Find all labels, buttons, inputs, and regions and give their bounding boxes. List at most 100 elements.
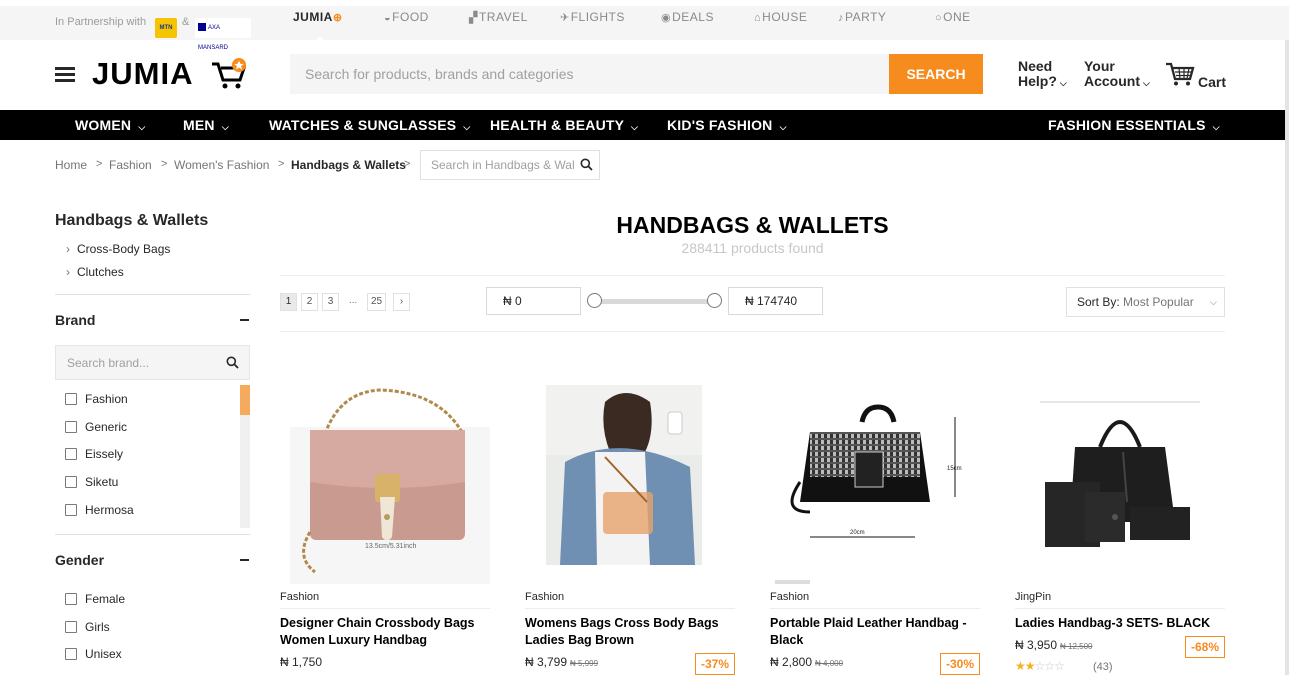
brand-option[interactable]: Eissely: [65, 447, 123, 461]
search-icon[interactable]: [226, 356, 239, 369]
category-search-input[interactable]: [420, 150, 600, 180]
nav-watches[interactable]: WATCHES & SUNGLASSES ⌵: [269, 117, 470, 133]
checkbox[interactable]: [65, 621, 77, 633]
divider: [280, 608, 490, 609]
next-page-button[interactable]: ›: [393, 293, 410, 311]
gender-option[interactable]: Female: [65, 592, 125, 606]
price-slider-max-handle[interactable]: [707, 293, 722, 308]
brand-option[interactable]: Generic: [65, 420, 127, 434]
sidebar-cat-cross-body[interactable]: › Cross-Body Bags: [66, 242, 170, 256]
product-image[interactable]: [1015, 372, 1225, 584]
nav-men[interactable]: MEN ⌵: [183, 117, 229, 133]
collapse-icon[interactable]: [240, 319, 249, 321]
chevron-down-icon: ⌵: [1059, 78, 1067, 88]
service-one[interactable]: ○ONE: [935, 10, 971, 24]
chevron-down-icon: ⌵: [631, 122, 639, 132]
collapse-icon[interactable]: [240, 559, 249, 561]
page-3[interactable]: 3: [322, 293, 339, 311]
product-image[interactable]: 13.5cm/5.31inch: [280, 372, 490, 584]
cart-mini-icon: ⊕: [332, 12, 343, 24]
service-travel[interactable]: ▞TRAVEL: [469, 10, 528, 24]
cart-label[interactable]: Cart: [1198, 74, 1226, 90]
gender-filter-title[interactable]: Gender: [55, 552, 104, 568]
active-service-caret: [313, 36, 327, 43]
product-name[interactable]: Portable Plaid Leather Handbag - Black: [770, 615, 975, 649]
breadcrumb-fashion[interactable]: Fashion: [109, 158, 152, 172]
product-image[interactable]: 20cm 15cm: [770, 372, 980, 584]
product-price: ₦ 3,950 ₦ 12,500: [1015, 638, 1093, 652]
service-party[interactable]: ♪PARTY: [838, 10, 886, 24]
divider: [1015, 608, 1225, 609]
checkbox[interactable]: [65, 593, 77, 605]
logo-cart-icon: [212, 58, 247, 89]
breadcrumb-womens-fashion[interactable]: Women's Fashion: [174, 158, 269, 172]
price-slider-min-handle[interactable]: [587, 293, 602, 308]
product-name[interactable]: Womens Bags Cross Body Bags Ladies Bag B…: [525, 615, 730, 649]
gender-option[interactable]: Unisex: [65, 647, 122, 661]
mtn-logo[interactable]: MTN: [155, 18, 177, 38]
service-jumia[interactable]: JUMIA⊕: [293, 10, 344, 24]
jumia-logo[interactable]: JUMIA: [92, 56, 193, 92]
page-2[interactable]: 2: [301, 293, 318, 311]
checkbox[interactable]: [65, 476, 77, 488]
price-slider[interactable]: [594, 299, 714, 304]
checkbox[interactable]: [65, 421, 77, 433]
rating-stars: ★★☆☆☆: [1015, 659, 1065, 673]
price-max-input[interactable]: ₦ 174740: [728, 287, 823, 315]
chevron-down-icon: ⌵: [138, 122, 146, 132]
account-menu[interactable]: Your Account ⌵: [1084, 59, 1150, 91]
brand-option[interactable]: Siketu: [65, 475, 118, 489]
breadcrumb-sep: >: [96, 158, 103, 170]
nav-women[interactable]: WOMEN ⌵: [75, 117, 145, 133]
cart-icon[interactable]: [1165, 61, 1195, 87]
food-icon: ◒: [384, 12, 392, 24]
page-25[interactable]: 25: [367, 293, 387, 311]
sort-dropdown[interactable]: Sort By: Most Popular ⌵: [1066, 287, 1225, 317]
page-1[interactable]: 1: [280, 293, 297, 311]
product-price: ₦ 1,750: [280, 655, 323, 669]
product-name[interactable]: Ladies Handbag-3 SETS- BLACK: [1015, 615, 1220, 632]
checkbox[interactable]: [65, 504, 77, 516]
service-deals[interactable]: ◉DEALS: [661, 10, 714, 24]
axa-logo[interactable]: AXA MANSARD: [195, 18, 251, 51]
star-filled-icon: ★: [1024, 659, 1036, 673]
svg-text:15cm: 15cm: [947, 466, 962, 472]
nav-fashion-essentials[interactable]: FASHION ESSENTIALS ⌵: [1048, 117, 1220, 133]
brand-option[interactable]: Hermosa: [65, 503, 134, 517]
star-empty-icon: ☆: [1034, 659, 1046, 673]
product-image[interactable]: [525, 372, 735, 584]
search-icon[interactable]: [580, 158, 593, 171]
help-menu[interactable]: Need Help? ⌵: [1018, 59, 1067, 91]
checkbox[interactable]: [65, 448, 77, 460]
price-min-input[interactable]: ₦ 0: [486, 287, 581, 315]
star-filled-icon: ★: [1015, 659, 1026, 673]
nav-kids-fashion[interactable]: KID'S FASHION ⌵: [667, 117, 787, 133]
service-food[interactable]: ◒FOOD: [384, 10, 429, 24]
chevron-down-icon: ⌵: [221, 122, 229, 132]
gender-option[interactable]: Girls: [65, 620, 110, 634]
search-button[interactable]: SEARCH: [889, 54, 983, 94]
service-flights[interactable]: ✈FLIGHTS: [560, 10, 625, 24]
partner-bar: In Partnership with MTN & AXA MANSARD: [0, 0, 1289, 51]
sidebar-cat-clutches[interactable]: › Clutches: [66, 265, 124, 279]
service-house[interactable]: ⌂HOUSE: [754, 10, 807, 24]
brand-filter-title[interactable]: Brand: [55, 312, 95, 328]
search-input[interactable]: [290, 54, 890, 94]
product-name[interactable]: Designer Chain Crossbody Bags Women Luxu…: [280, 615, 485, 649]
nav-health-beauty[interactable]: HEALTH & BEAUTY ⌵: [490, 117, 638, 133]
brand-option[interactable]: Fashion: [65, 392, 128, 406]
product-old-price: ₦ 12,500: [1060, 642, 1093, 651]
breadcrumb-home[interactable]: Home: [55, 158, 87, 172]
brand-search-input[interactable]: [55, 345, 250, 380]
product-old-price: ₦ 4,000: [815, 659, 844, 668]
travel-icon: ▞: [469, 12, 478, 24]
product-price: ₦ 2,800 ₦ 4,000: [770, 655, 844, 669]
category-nav: WOMEN ⌵ MEN ⌵ WATCHES & SUNGLASSES ⌵ HEA…: [0, 110, 1285, 140]
brand-list-scroll-thumb[interactable]: [240, 385, 250, 415]
discount-badge: -37%: [695, 653, 735, 675]
chevron-down-icon: ⌵: [1210, 297, 1217, 307]
divider: [280, 275, 1225, 276]
menu-icon[interactable]: [55, 67, 75, 85]
checkbox[interactable]: [65, 393, 77, 405]
checkbox[interactable]: [65, 648, 77, 660]
